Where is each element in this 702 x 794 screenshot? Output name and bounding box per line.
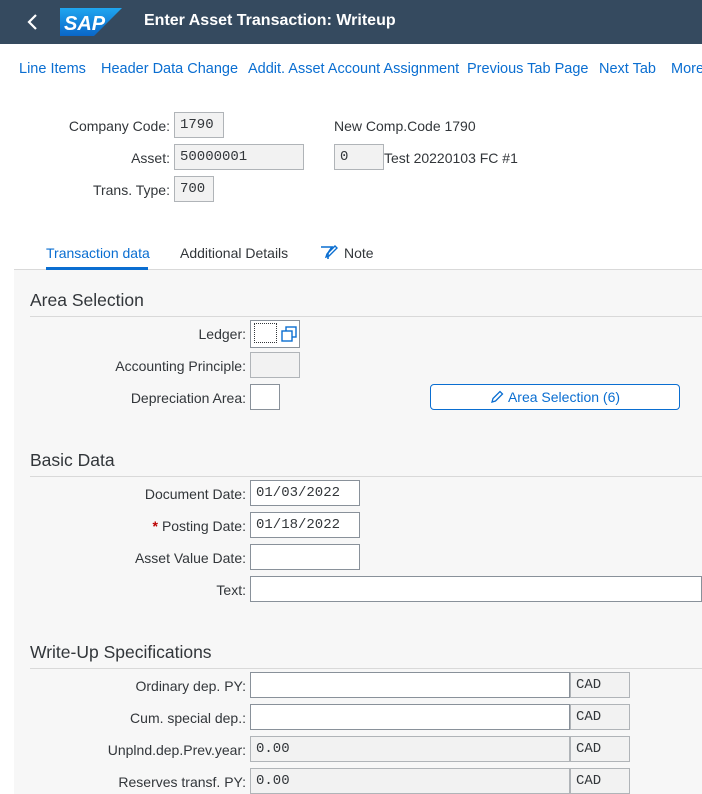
focus-outline <box>254 323 277 343</box>
tab-bar: Transaction data Additional Details Note <box>14 236 702 270</box>
app-title: Enter Asset Transaction: Writeup <box>144 12 396 29</box>
depreciation-area-label: Depreciation Area: <box>130 390 246 406</box>
trans-type-label: Trans. Type: <box>92 182 170 198</box>
asset-number-field[interactable]: 50000001 <box>174 144 304 170</box>
asset-value-date-label: Asset Value Date: <box>134 550 246 566</box>
writeup-specifications-title: Write-Up Specifications <box>30 642 212 662</box>
ordinary-dep-py-currency: CAD <box>570 672 630 698</box>
unplnd-dep-prev-year-currency: CAD <box>570 736 630 762</box>
more-link[interactable]: More <box>671 61 702 77</box>
writeup-specifications-divider <box>30 668 702 669</box>
cum-special-dep-label: Cum. special dep.: <box>130 710 246 726</box>
line-items-link[interactable]: Line Items <box>19 61 86 77</box>
addit-asset-account-assignment-link[interactable]: Addit. Asset Account Assignment <box>248 61 459 77</box>
sap-logo: SAP <box>60 8 122 36</box>
unplnd-dep-prev-year-field[interactable]: 0.00 <box>250 736 570 762</box>
note-icon <box>321 245 338 259</box>
back-button[interactable] <box>18 8 48 36</box>
basic-data-title: Basic Data <box>30 450 115 470</box>
area-selection-button[interactable]: Area Selection (6) <box>430 384 680 410</box>
reserves-transf-py-label: Reserves transf. PY: <box>118 774 246 790</box>
asset-subnumber-field[interactable]: 0 <box>334 144 384 170</box>
pencil-icon <box>491 390 504 403</box>
tab-additional-details[interactable]: Additional Details <box>180 245 288 261</box>
unplnd-dep-prev-year-label: Unplnd.dep.Prev.year: <box>107 742 246 758</box>
area-selection-title: Area Selection <box>30 290 144 310</box>
company-code-label: Company Code: <box>68 118 170 134</box>
posting-date-label-text: Posting Date: <box>161 518 246 534</box>
shell-bar: SAP Enter Asset Transaction: Writeup <box>0 0 702 44</box>
svg-text:SAP: SAP <box>64 13 106 35</box>
posting-date-field[interactable]: 01/18/2022 <box>250 512 360 538</box>
ordinary-dep-py-field[interactable] <box>250 672 570 698</box>
new-comp-code-text: New Comp.Code 1790 <box>334 118 476 134</box>
chevron-left-icon <box>27 14 37 30</box>
area-selection-button-label: Area Selection (6) <box>507 389 621 405</box>
depreciation-area-field[interactable] <box>250 384 280 410</box>
accounting-principle-label: Accounting Principle: <box>115 358 246 374</box>
area-selection-divider <box>30 316 702 317</box>
reserves-transf-py-currency: CAD <box>570 768 630 794</box>
cum-special-dep-field[interactable] <box>250 704 570 730</box>
asset-description: Test 20220103 FC #1 <box>384 150 518 166</box>
ledger-label: Ledger: <box>198 326 246 342</box>
accounting-principle-field[interactable] <box>250 352 300 378</box>
asset-label: Asset: <box>131 150 170 166</box>
text-label: Text: <box>216 582 246 598</box>
tab-note-label: Note <box>344 245 374 261</box>
next-tab-link[interactable]: Next Tab <box>599 61 656 77</box>
header-data-change-link[interactable]: Header Data Change <box>101 61 238 77</box>
value-help-icon <box>281 326 297 342</box>
reserves-transf-py-field[interactable]: 0.00 <box>250 768 570 794</box>
text-field[interactable] <box>250 576 702 602</box>
document-date-label: Document Date: <box>144 486 246 502</box>
ledger-value-help-button[interactable] <box>280 323 300 345</box>
trans-type-field[interactable]: 700 <box>174 176 214 202</box>
tab-note[interactable]: Note <box>320 245 374 261</box>
required-marker: * <box>152 518 158 534</box>
ordinary-dep-py-label: Ordinary dep. PY: <box>135 678 246 694</box>
posting-date-label: * Posting Date: <box>152 518 246 534</box>
asset-value-date-field[interactable] <box>250 544 360 570</box>
tab-transaction-data[interactable]: Transaction data <box>46 245 150 261</box>
company-code-field[interactable]: 1790 <box>174 112 224 138</box>
previous-tab-page-link[interactable]: Previous Tab Page <box>467 61 588 77</box>
basic-data-divider <box>30 476 702 477</box>
document-date-field[interactable]: 01/03/2022 <box>250 480 360 506</box>
toolbar: Line Items Header Data Change Addit. Ass… <box>0 44 702 94</box>
cum-special-dep-currency: CAD <box>570 704 630 730</box>
